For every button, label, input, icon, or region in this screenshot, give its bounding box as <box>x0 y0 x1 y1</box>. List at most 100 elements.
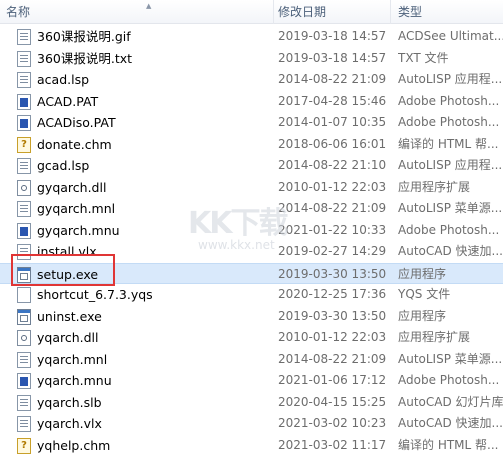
file-name: yqarch.vlx <box>37 413 267 435</box>
column-divider[interactable] <box>390 0 391 24</box>
file-name: gyqarch.mnu <box>37 220 267 242</box>
file-list: 360课报说明.gif 2019-03-18 14:57 ACDSee Ultima… <box>0 26 503 456</box>
file-type: 编译的 HTML 帮... <box>398 134 503 156</box>
file-modified-date: 2019-03-18 14:57 <box>278 48 386 70</box>
file-modified-date: 2019-03-30 13:50 <box>278 264 386 286</box>
file-modified-date: 2021-01-22 10:33 <box>278 220 386 242</box>
file-type: ACDSee Ultimat... <box>398 26 503 48</box>
column-header-name[interactable]: 名称 <box>6 0 30 24</box>
file-name: ACAD.PAT <box>37 91 267 113</box>
file-row[interactable]: gyqarch.mnl 2014-08-22 21:09 AutoLISP 菜单源.… <box>0 198 503 220</box>
file-row[interactable]: gyqarch.mnu 2021-01-22 10:33 Adobe Photosh… <box>0 220 503 242</box>
file-name: uninst.exe <box>37 306 267 328</box>
exe-file-icon <box>17 309 31 325</box>
blank-file-icon <box>17 287 31 303</box>
dll-file-icon <box>17 330 31 346</box>
file-type: 编译的 HTML 帮... <box>398 435 503 456</box>
gif-file-icon <box>17 29 31 45</box>
pattern-file-icon <box>17 223 31 239</box>
file-row[interactable]: gyqarch.dll 2010-01-12 22:03 应用程序扩展 <box>0 177 503 199</box>
file-name: ACADiso.PAT <box>37 112 267 134</box>
file-type: AutoCAD 快速加... <box>398 241 503 263</box>
file-name: gcad.lsp <box>37 155 267 177</box>
file-row[interactable]: ACAD.PAT 2017-04-28 15:46 Adobe Photosh... <box>0 91 503 113</box>
file-row[interactable]: ? yqhelp.chm 2021-03-02 11:17 编译的 HTML 帮... <box>0 435 503 456</box>
file-row[interactable]: yqarch.mnu 2021-01-06 17:12 Adobe Photosh.… <box>0 370 503 392</box>
file-type: Adobe Photosh... <box>398 112 503 134</box>
file-modified-date: 2019-03-30 13:50 <box>278 306 386 328</box>
file-name: yqarch.mnu <box>37 370 267 392</box>
file-modified-date: 2017-04-28 15:46 <box>278 91 386 113</box>
file-row[interactable]: yqarch.mnl 2014-08-22 21:09 AutoLISP 菜单源..… <box>0 349 503 371</box>
file-type: Adobe Photosh... <box>398 91 503 113</box>
file-modified-date: 2010-01-12 22:03 <box>278 327 386 349</box>
file-modified-date: 2019-02-27 14:29 <box>278 241 386 263</box>
pattern-file-icon <box>17 115 31 131</box>
file-modified-date: 2021-03-02 11:17 <box>278 435 386 456</box>
lisp-file-icon <box>17 72 31 88</box>
file-type: AutoCAD 幻灯片库 <box>398 392 503 414</box>
file-modified-date: 2014-08-22 21:09 <box>278 198 386 220</box>
file-row[interactable]: 360课报说明.txt 2019-03-18 14:57 TXT 文件 <box>0 48 503 70</box>
file-type: 应用程序扩展 <box>398 177 503 199</box>
file-row[interactable]: ACADiso.PAT 2014-01-07 10:35 Adobe Photosh… <box>0 112 503 134</box>
file-modified-date: 2018-06-06 16:01 <box>278 134 386 156</box>
column-divider[interactable] <box>273 0 274 24</box>
help-file-icon: ? <box>17 137 31 153</box>
file-name: 360课报说明.gif <box>37 26 267 48</box>
file-row[interactable]: 360课报说明.gif 2019-03-18 14:57 ACDSee Ultima… <box>0 26 503 48</box>
file-row[interactable]: gcad.lsp 2014-08-22 21:10 AutoLISP 应用程... <box>0 155 503 177</box>
column-header-date[interactable]: 修改日期 <box>278 0 326 24</box>
file-modified-date: 2019-03-18 14:57 <box>278 26 386 48</box>
lisp-file-icon <box>17 158 31 174</box>
file-name: donate.chm <box>37 134 267 156</box>
lisp-file-icon <box>17 395 31 411</box>
column-header-bar: ▲ 名称 修改日期 类型 <box>0 0 503 24</box>
file-name: acad.lsp <box>37 69 267 91</box>
lisp-file-icon <box>17 416 31 432</box>
lisp-file-icon <box>17 352 31 368</box>
file-name: 360课报说明.txt <box>37 48 267 70</box>
help-file-icon: ? <box>17 438 31 454</box>
file-type: AutoCAD 快速加... <box>398 413 503 435</box>
file-row[interactable]: acad.lsp2014-08-22 21:09AutoLISP 应用程... <box>0 69 503 91</box>
file-row[interactable]: shortcut_6.7.3.yqs 2020-12-25 17:36 YQS 文件 <box>0 284 503 306</box>
file-name: shortcut_6.7.3.yqs <box>37 284 267 306</box>
file-type: 应用程序 <box>398 306 503 328</box>
file-modified-date: 2014-08-22 21:09 <box>278 349 386 371</box>
lisp-file-icon <box>17 201 31 217</box>
highlight-annotation-box <box>11 254 115 286</box>
file-row[interactable]: yqarch.vlx 2021-03-02 10:23 AutoCAD 快速加... <box>0 413 503 435</box>
file-type: AutoLISP 菜单源... <box>398 349 503 371</box>
dll-file-icon <box>17 180 31 196</box>
file-row[interactable]: yqarch.slb 2020-04-15 15:25 AutoCAD 幻灯片库 <box>0 392 503 414</box>
file-modified-date: 2010-01-12 22:03 <box>278 177 386 199</box>
file-row[interactable]: ? donate.chm 2018-06-06 16:01 编译的 HTML 帮... <box>0 134 503 156</box>
file-modified-date: 2021-03-02 10:23 <box>278 413 386 435</box>
file-type: Adobe Photosh... <box>398 370 503 392</box>
file-name: yqarch.slb <box>37 392 267 414</box>
sort-caret-icon: ▲ <box>146 2 151 10</box>
file-name: yqarch.mnl <box>37 349 267 371</box>
file-type: 应用程序扩展 <box>398 327 503 349</box>
file-type: YQS 文件 <box>398 284 503 306</box>
pattern-file-icon <box>17 94 31 110</box>
file-name: gyqarch.mnl <box>37 198 267 220</box>
column-header-type[interactable]: 类型 <box>398 0 422 24</box>
file-type: AutoLISP 菜单源... <box>398 198 503 220</box>
file-type: AutoLISP 应用程... <box>398 69 503 91</box>
file-modified-date: 2021-01-06 17:12 <box>278 370 386 392</box>
file-type: TXT 文件 <box>398 48 503 70</box>
text-file-icon <box>17 51 31 67</box>
file-name: gyqarch.dll <box>37 177 267 199</box>
file-type: AutoLISP 应用程... <box>398 155 503 177</box>
file-modified-date: 2014-01-07 10:35 <box>278 112 386 134</box>
file-modified-date: 2020-12-25 17:36 <box>278 284 386 306</box>
file-modified-date: 2014-08-22 21:10 <box>278 155 386 177</box>
file-type: 应用程序 <box>398 264 503 286</box>
file-type: Adobe Photosh... <box>398 220 503 242</box>
file-name: yqhelp.chm <box>37 435 267 456</box>
file-row[interactable]: yqarch.dll2010-01-12 22:03应用程序扩展 <box>0 327 503 349</box>
file-row[interactable]: uninst.exe 2019-03-30 13:50 应用程序 <box>0 306 503 328</box>
file-modified-date: 2020-04-15 15:25 <box>278 392 386 414</box>
